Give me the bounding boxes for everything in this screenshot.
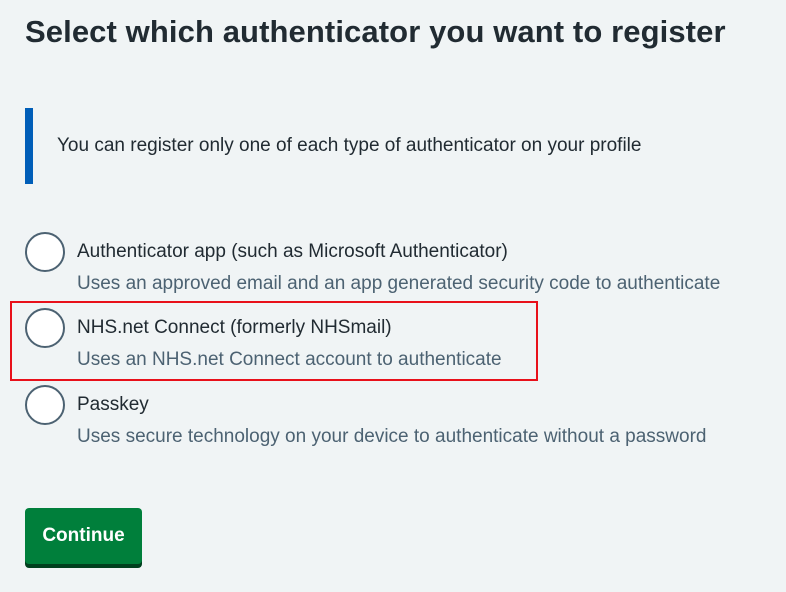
- radio-hint-nhs-net-connect: Uses an NHS.net Connect account to authe…: [77, 349, 502, 370]
- radio-hint-passkey: Uses secure technology on your device to…: [77, 426, 707, 447]
- radio-option-passkey[interactable]: Passkey Uses secure technology on your d…: [25, 383, 765, 453]
- radio-button-nhs-net-connect[interactable]: [25, 308, 65, 348]
- inset-text-panel: You can register only one of each type o…: [25, 108, 725, 184]
- continue-button[interactable]: Continue: [25, 508, 142, 564]
- radio-hint-authenticator-app: Uses an approved email and an app genera…: [77, 273, 721, 294]
- radio-button-passkey[interactable]: [25, 385, 65, 425]
- page: Select which authenticator you want to r…: [0, 0, 786, 592]
- page-title: Select which authenticator you want to r…: [25, 14, 726, 49]
- radio-button-authenticator-app[interactable]: [25, 232, 65, 272]
- radio-label-authenticator-app[interactable]: Authenticator app (such as Microsoft Aut…: [77, 240, 508, 264]
- radio-option-nhs-net-connect[interactable]: NHS.net Connect (formerly NHSmail) Uses …: [25, 306, 765, 376]
- radio-label-passkey[interactable]: Passkey: [77, 393, 149, 417]
- inset-text: You can register only one of each type o…: [57, 135, 642, 156]
- radio-option-authenticator-app[interactable]: Authenticator app (such as Microsoft Aut…: [25, 230, 765, 300]
- radio-label-nhs-net-connect[interactable]: NHS.net Connect (formerly NHSmail): [77, 316, 392, 340]
